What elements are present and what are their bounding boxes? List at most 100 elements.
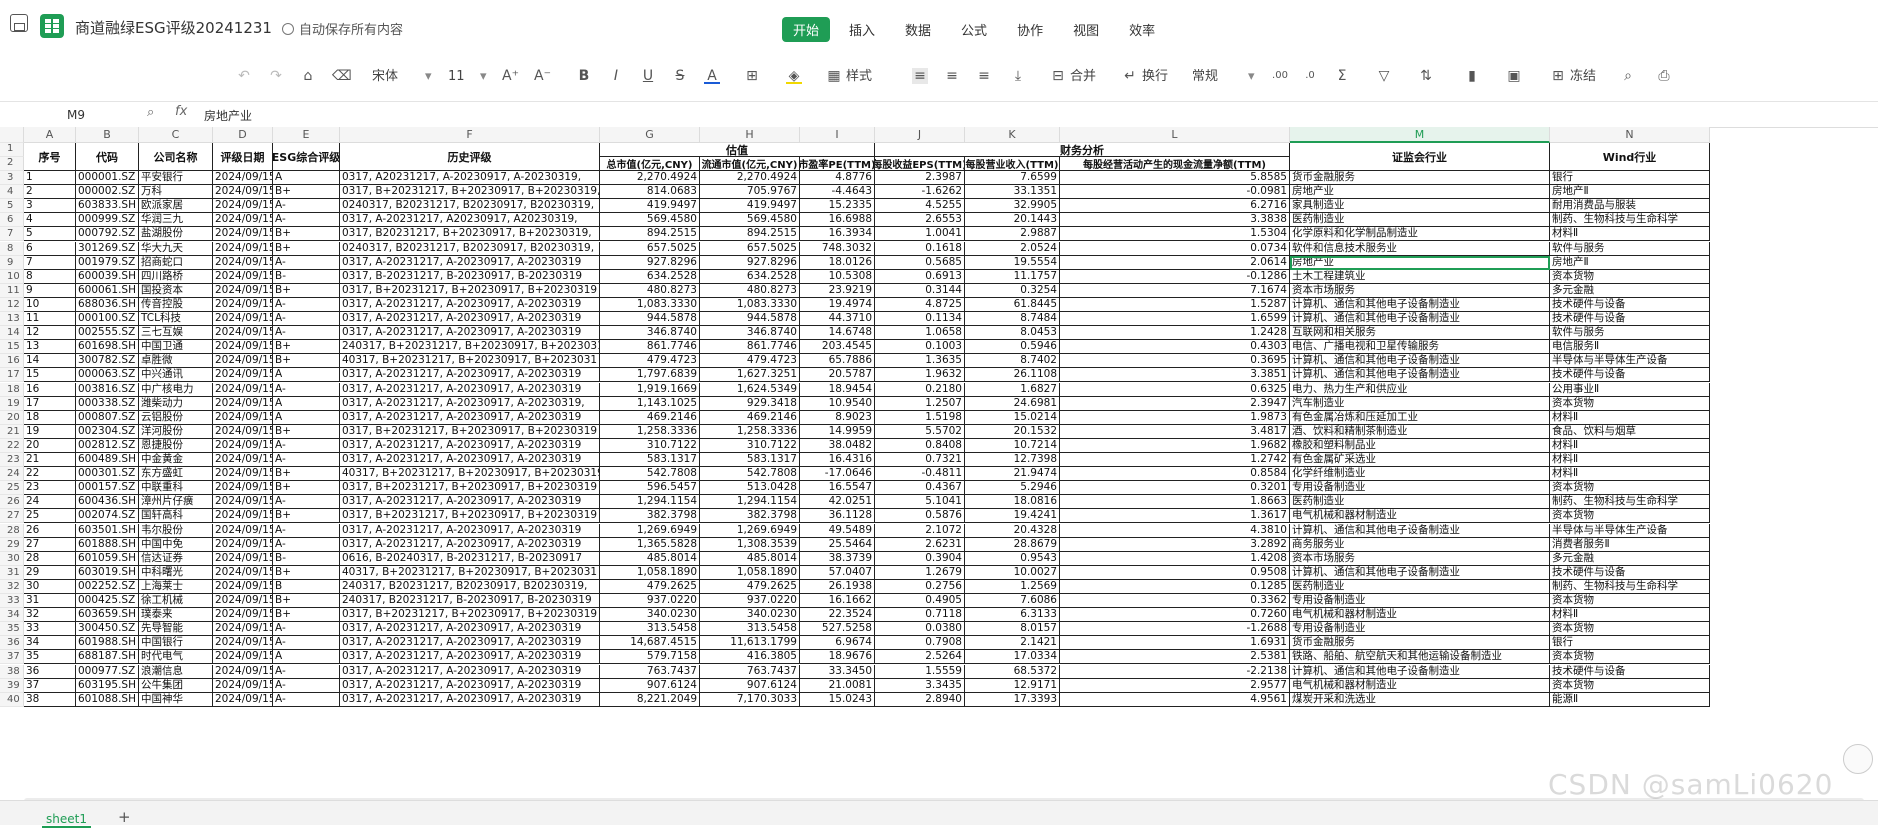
table-cell[interactable]: 34 [24, 636, 76, 651]
table-cell[interactable]: 0317, B+20231217, B+20230917, B+20230319… [340, 185, 600, 200]
table-cell[interactable]: 0.1618 [875, 241, 965, 256]
table-cell[interactable]: 1.6827 [965, 382, 1060, 397]
table-cell[interactable]: 579.7158 [600, 650, 700, 665]
table-cell[interactable]: 17 [24, 396, 76, 411]
table-cell[interactable]: A [273, 171, 340, 186]
table-cell[interactable]: 000999.SZ [76, 213, 139, 228]
table-cell[interactable]: 21.9474 [965, 467, 1060, 482]
table-cell[interactable]: 2024/09/15 [213, 382, 273, 397]
table-cell[interactable]: 2,270.4924 [600, 171, 700, 186]
table-cell[interactable]: B- [273, 551, 340, 566]
table-cell[interactable]: 15.2335 [800, 199, 875, 214]
table-cell[interactable]: 1.8663 [1060, 495, 1290, 510]
table-cell[interactable]: 16.6988 [800, 213, 875, 228]
freeze-icon[interactable]: ⊞ [1550, 68, 1566, 84]
table-cell[interactable]: 33.3450 [800, 664, 875, 679]
table-cell[interactable]: 11 [24, 312, 76, 327]
table-cell[interactable]: 12.7398 [965, 453, 1060, 468]
table-cell[interactable]: 电信服务Ⅱ [1550, 340, 1710, 355]
table-cell[interactable]: 2024/09/15 [213, 509, 273, 524]
table-cell[interactable]: 596.5457 [600, 481, 700, 496]
table-cell[interactable]: B+ [273, 509, 340, 524]
table-cell[interactable]: 601888.SH [76, 537, 139, 552]
table-cell[interactable]: A- [273, 312, 340, 327]
table-cell[interactable]: 16.1662 [800, 594, 875, 609]
table-cell[interactable]: 301269.SZ [76, 241, 139, 256]
table-cell[interactable]: 705.9767 [700, 185, 800, 200]
table-cell[interactable]: 2024/09/15 [213, 453, 273, 468]
decrease-font-icon[interactable]: A⁻ [534, 68, 551, 84]
tab-collab[interactable]: 协作 [1006, 17, 1054, 42]
row-header[interactable]: 35 [0, 622, 24, 637]
table-cell[interactable]: 9 [24, 283, 76, 298]
table-cell[interactable]: 2024/09/15 [213, 269, 273, 284]
table-cell[interactable]: A- [273, 438, 340, 453]
table-cell[interactable]: 382.3798 [700, 509, 800, 524]
table-cell[interactable]: 中广核电力 [139, 382, 213, 397]
table-cell[interactable]: 0.9508 [1060, 565, 1290, 580]
table-cell[interactable]: 耐用消费品与服装 [1550, 199, 1710, 214]
table-cell[interactable]: 600039.SH [76, 269, 139, 284]
table-cell[interactable]: 2.1072 [875, 523, 965, 538]
table-cell[interactable]: 65.7886 [800, 354, 875, 369]
table-cell[interactable]: 2024/09/15 [213, 481, 273, 496]
table-cell[interactable]: 0317, A-20231217, A-20230917, A-20230319 [340, 537, 600, 552]
row-header[interactable]: 38 [0, 664, 24, 679]
table-cell[interactable]: 346.8740 [700, 326, 800, 341]
table-cell[interactable]: 2024/09/15 [213, 608, 273, 623]
sort-icon[interactable]: ⇅ [1418, 68, 1434, 84]
table-cell[interactable]: 璞泰来 [139, 608, 213, 623]
table-cell[interactable]: 600061.SH [76, 283, 139, 298]
table-cell[interactable]: 0317, A-20231217, A-20230917, A-20230319 [340, 312, 600, 327]
table-cell[interactable]: 潍柴动力 [139, 396, 213, 411]
table-cell[interactable]: 5.8585 [1060, 171, 1290, 186]
table-cell[interactable]: 国投资本 [139, 283, 213, 298]
table-cell[interactable]: 2024/09/15 [213, 410, 273, 425]
table-cell[interactable]: 002555.SZ [76, 326, 139, 341]
table-cell[interactable]: 6 [24, 241, 76, 256]
table-cell[interactable]: B+ [273, 608, 340, 623]
table-cell[interactable]: 5.5702 [875, 424, 965, 439]
table-cell[interactable]: 24.6981 [965, 396, 1060, 411]
table-cell[interactable]: 3.3851 [1060, 368, 1290, 383]
table-cell[interactable]: 2.1421 [965, 636, 1060, 651]
column-header-I[interactable]: I [800, 127, 875, 143]
table-cell[interactable]: A [273, 396, 340, 411]
table-cell[interactable]: 57.0407 [800, 565, 875, 580]
row-header[interactable]: 19 [0, 396, 24, 411]
table-cell[interactable]: 907.6124 [700, 678, 800, 693]
table-cell[interactable]: 0.5685 [875, 255, 965, 270]
table-cell[interactable]: 0317, A-20231217, A-20230917, A-20230319 [340, 495, 600, 510]
row-header[interactable]: 25 [0, 481, 24, 496]
table-cell[interactable]: 2024/09/15 [213, 424, 273, 439]
table-cell[interactable]: 2024/09/15 [213, 199, 273, 214]
table-cell[interactable]: 技术硬件与设备 [1550, 297, 1710, 312]
table-cell[interactable]: 8.7402 [965, 354, 1060, 369]
italic-icon[interactable]: I [608, 68, 624, 84]
table-cell[interactable]: 家具制造业 [1290, 199, 1550, 214]
table-cell[interactable]: 资本货物 [1550, 678, 1710, 693]
image-icon[interactable]: ▣ [1506, 68, 1522, 84]
vertical-align-icon[interactable]: ⤓ [1010, 68, 1026, 84]
table-cell[interactable]: 33 [24, 622, 76, 637]
row-header[interactable]: 6 [0, 213, 24, 228]
table-cell[interactable]: 542.7808 [600, 467, 700, 482]
column-header-B[interactable]: B [76, 127, 139, 143]
table-cell[interactable]: 10.0027 [965, 565, 1060, 580]
table-cell[interactable]: 2024/09/15 [213, 664, 273, 679]
print-icon[interactable]: ⎙ [1656, 68, 1672, 84]
table-cell[interactable]: -17.0646 [800, 467, 875, 482]
table-cell[interactable]: A- [273, 255, 340, 270]
corner-cell[interactable] [0, 127, 24, 143]
table-cell[interactable]: 0317, A-20231217, A-20230917, A-20230319 [340, 382, 600, 397]
table-cell[interactable]: 2.6231 [875, 537, 965, 552]
table-cell[interactable]: 制药、生物科技与生命科学 [1550, 495, 1710, 510]
table-cell[interactable]: 房地产Ⅱ [1550, 185, 1710, 200]
table-cell[interactable]: 0.2756 [875, 579, 965, 594]
table-cell[interactable]: 3.3838 [1060, 213, 1290, 228]
table-cell[interactable]: 房地产Ⅱ [1550, 255, 1710, 270]
table-cell[interactable]: 8.0157 [965, 622, 1060, 637]
save-icon[interactable] [10, 14, 28, 32]
font-size-select[interactable]: 11 [448, 67, 465, 87]
table-cell[interactable]: 半导体与半导体生产设备 [1550, 354, 1710, 369]
